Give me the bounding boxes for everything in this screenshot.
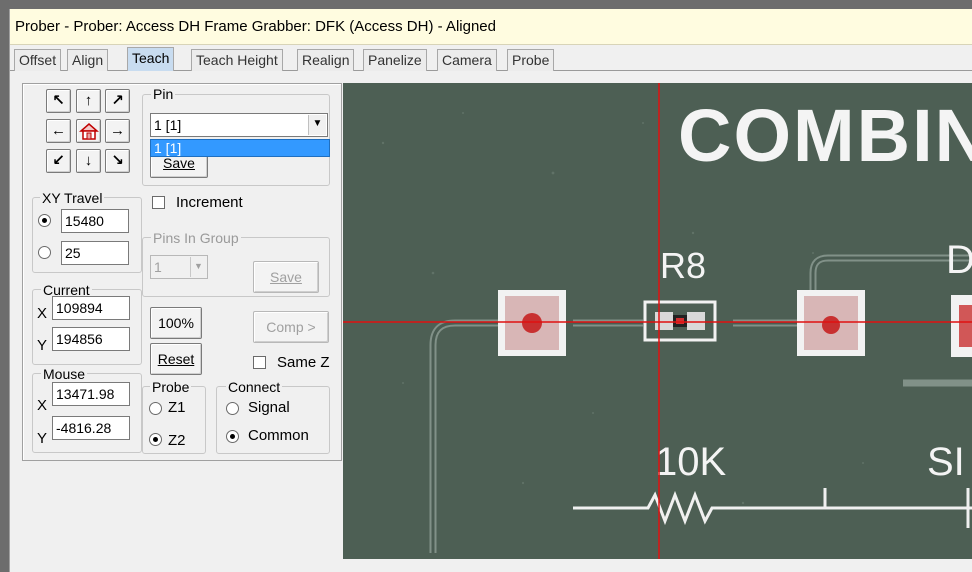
pin-select-value: 1 [1]	[154, 117, 182, 133]
teach-panel: ↖ ↑ ↗ ← → ↙ ↓ ↘ Pin Save 1 [1] ▼ 1 [1] I…	[22, 83, 342, 461]
chevron-down-icon[interactable]: ▼	[190, 257, 206, 277]
probe-z1-label: Z1	[168, 399, 186, 416]
pin-select[interactable]: 1 [1] ▼	[150, 113, 328, 137]
arrow-down-icon: ↓	[84, 152, 93, 169]
increment-checkbox[interactable]	[152, 196, 165, 209]
connect-signal-radio[interactable]	[226, 402, 239, 415]
travel-value-2-input[interactable]: 25	[61, 241, 129, 265]
arrow-up-icon: ↑	[84, 92, 93, 109]
connect-common-label: Common	[248, 427, 309, 444]
pins-in-group-save-button[interactable]: Save	[253, 261, 319, 293]
probe-z2-radio[interactable]	[149, 433, 162, 446]
window-title: Prober - Prober: Access DH Frame Grabber…	[10, 9, 972, 45]
pin-dropdown-option[interactable]: 1 [1]	[150, 139, 330, 157]
travel-option-2-radio[interactable]	[38, 246, 51, 259]
travel-option-1-radio[interactable]	[38, 214, 51, 227]
current-x-label: X	[37, 305, 48, 322]
probe-z1-radio[interactable]	[149, 402, 162, 415]
jog-down-button[interactable]: ↓	[76, 149, 101, 173]
arrow-up-left-icon: ↖	[52, 92, 65, 109]
current-y-field: 194856	[52, 327, 130, 351]
tab-camera[interactable]: Camera	[437, 49, 497, 71]
reset-button[interactable]: Reset	[150, 343, 202, 375]
jog-home-button[interactable]	[76, 119, 101, 143]
mouse-label: Mouse	[41, 366, 88, 382]
current-label: Current	[41, 282, 92, 298]
value-10k: 10K	[655, 440, 726, 484]
connect-signal-label: Signal	[248, 399, 290, 416]
ref-r8: R8	[660, 245, 706, 286]
jog-right-button[interactable]: →	[105, 119, 130, 143]
jog-up-button[interactable]: ↑	[76, 89, 101, 113]
zoom-100-button[interactable]: 100%	[150, 307, 202, 339]
mouse-y-field: -4816.28	[52, 416, 130, 440]
pcb-image: COMBINA R8 D 10K SI	[343, 83, 972, 559]
ref-sig: SI	[927, 440, 965, 484]
app-window: Prober - Prober: Access DH Frame Grabber…	[9, 9, 972, 572]
silkscreen-title: COMBINA	[678, 94, 972, 177]
travel-value-1-input[interactable]: 15480	[61, 209, 129, 233]
jog-left-button[interactable]: ←	[46, 119, 71, 143]
tab-offset[interactable]: Offset	[14, 49, 62, 71]
arrow-down-right-icon: ↘	[111, 152, 124, 169]
arrow-down-left-icon: ↙	[52, 152, 65, 169]
tab-panelize[interactable]: Panelize	[363, 49, 427, 71]
jog-up-left-button[interactable]: ↖	[46, 89, 71, 113]
jog-up-right-button[interactable]: ↗	[105, 89, 130, 113]
probe-label: Probe	[150, 379, 192, 395]
probe-z2-label: Z2	[168, 432, 186, 449]
connect-common-radio[interactable]	[226, 430, 239, 443]
ref-d: D	[946, 238, 972, 282]
same-z-label: Same Z	[277, 354, 330, 371]
tab-strip: Offset Align Teach Teach Height Realign …	[10, 45, 972, 71]
pins-in-group-value: 1	[154, 259, 162, 275]
connect-label: Connect	[226, 379, 283, 395]
jog-down-right-button[interactable]: ↘	[105, 149, 130, 173]
chevron-down-icon[interactable]: ▼	[308, 115, 326, 135]
tab-realign[interactable]: Realign	[297, 49, 355, 71]
jog-down-left-button[interactable]: ↙	[46, 149, 71, 173]
same-z-checkbox[interactable]	[253, 356, 266, 369]
camera-view[interactable]: COMBINA R8 D 10K SI	[343, 83, 972, 559]
increment-label: Increment	[176, 194, 243, 211]
tab-align[interactable]: Align	[67, 49, 109, 71]
current-y-label: Y	[37, 337, 48, 354]
arrow-right-icon: →	[110, 122, 125, 139]
tab-probe[interactable]: Probe	[507, 49, 555, 71]
tab-teach[interactable]: Teach	[127, 47, 175, 71]
arrow-left-icon: ←	[51, 122, 66, 139]
arrow-up-right-icon: ↗	[111, 92, 124, 109]
xy-travel-label: XY Travel	[40, 190, 105, 206]
tab-teach-height[interactable]: Teach Height	[191, 49, 283, 71]
comp-button[interactable]: Comp >	[253, 311, 329, 343]
current-x-field: 109894	[52, 296, 130, 320]
pins-in-group-label: Pins In Group	[151, 230, 241, 246]
pin-group-label: Pin	[151, 86, 176, 102]
pins-in-group-select[interactable]: 1 ▼	[150, 255, 208, 279]
mouse-x-field: 13471.98	[52, 382, 130, 406]
home-icon	[78, 123, 99, 140]
mouse-y-label: Y	[37, 430, 48, 447]
mouse-x-label: X	[37, 397, 48, 414]
